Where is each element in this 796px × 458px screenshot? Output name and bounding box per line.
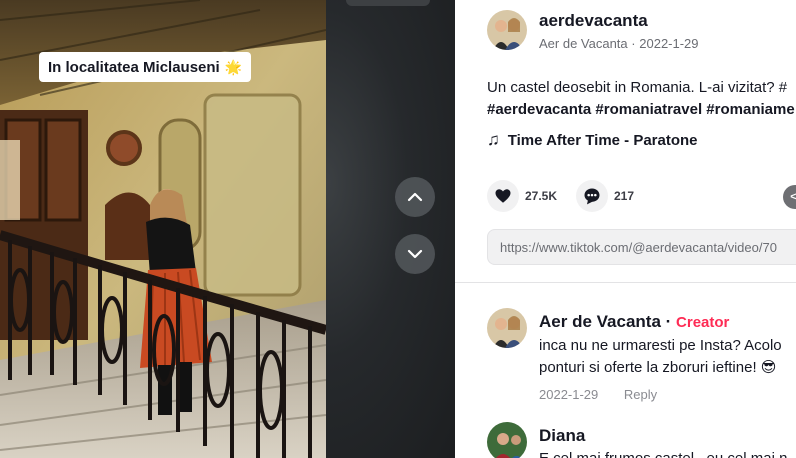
video-player[interactable]: In localitatea Miclauseni 🌟 (0, 0, 455, 458)
next-video-button[interactable] (395, 234, 435, 274)
music-title[interactable]: Time After Time - Paratone (508, 132, 698, 149)
post-date: 2022-1-29 (639, 36, 699, 51)
hashtag-line[interactable]: #aerdevacanta #romaniatravel #romaniame (487, 99, 795, 121)
comment-text-line-1: inca nu ne urmaresti pe Insta? Acolo (539, 337, 782, 354)
copy-link-field[interactable]: https://www.tiktok.com/@aerdevacanta/vid… (487, 229, 796, 265)
comment-text: inca nu ne urmaresti pe Insta? Acolo pon… (539, 335, 782, 379)
comment-button[interactable] (576, 180, 608, 212)
chevron-up-icon (407, 192, 423, 202)
video-top-control[interactable] (346, 0, 430, 6)
video-blur-background (326, 0, 455, 458)
comment-author-name[interactable]: Aer de Vacanta (539, 312, 661, 331)
avatar-image (487, 10, 527, 50)
video-frame[interactable]: In localitatea Miclauseni 🌟 (0, 0, 326, 458)
avatar-image (487, 308, 527, 348)
comment-meta: 2022-1-29 Reply (539, 387, 657, 402)
sparkle-emoji: 🌟 (224, 58, 243, 75)
avatar-image (487, 422, 527, 458)
post-info-panel: aerdevacanta Aer de Vacanta · 2022-1-29 … (455, 0, 796, 458)
comment-text-line-2: ponturi si oferte la zboruri ieftine! 😎 (539, 359, 777, 376)
comment-author-name[interactable]: Diana (539, 426, 585, 446)
comment-icon (584, 188, 600, 205)
comment-text-line-1: E cel mai frumos castel , eu cel mai n (539, 448, 787, 458)
comment-avatar[interactable] (487, 308, 527, 348)
comment-count: 217 (614, 189, 635, 203)
reply-button[interactable]: Reply (624, 387, 657, 402)
description-line-1: Un castel deosebit in Romania. L-ai vizi… (487, 79, 788, 96)
creator-badge: Creator (676, 314, 730, 331)
comment-date: 2022-1-29 (539, 387, 599, 402)
author-username[interactable]: aerdevacanta (539, 11, 648, 31)
heart-icon (495, 189, 511, 203)
comment-action[interactable]: 217 (576, 180, 634, 212)
embed-code-icon[interactable]: </ (783, 185, 796, 209)
like-action[interactable]: 27.5K (487, 180, 557, 212)
post-description: Un castel deosebit in Romania. L-ai vizi… (487, 77, 795, 121)
like-button[interactable] (487, 180, 519, 212)
like-count: 27.5K (525, 189, 558, 203)
music-note-icon: ♫ (487, 130, 500, 149)
chevron-down-icon (407, 249, 423, 259)
author-subtitle: Aer de Vacanta · 2022-1-29 (539, 36, 699, 51)
section-divider (455, 282, 796, 283)
subtitle-separator: · (631, 36, 636, 51)
comment-author-separator: · (665, 312, 672, 331)
author-avatar[interactable] (487, 10, 527, 50)
author-display-name[interactable]: Aer de Vacanta (539, 36, 628, 51)
video-caption-sticker: In localitatea Miclauseni 🌟 (39, 52, 252, 82)
music-link[interactable]: ♫ Time After Time - Paratone (487, 130, 698, 150)
previous-video-button[interactable] (395, 177, 435, 217)
sticker-text: In localitatea Miclauseni (48, 58, 220, 76)
comment-avatar[interactable] (487, 422, 527, 458)
comment-author: Aer de Vacanta · Creator (539, 312, 729, 332)
